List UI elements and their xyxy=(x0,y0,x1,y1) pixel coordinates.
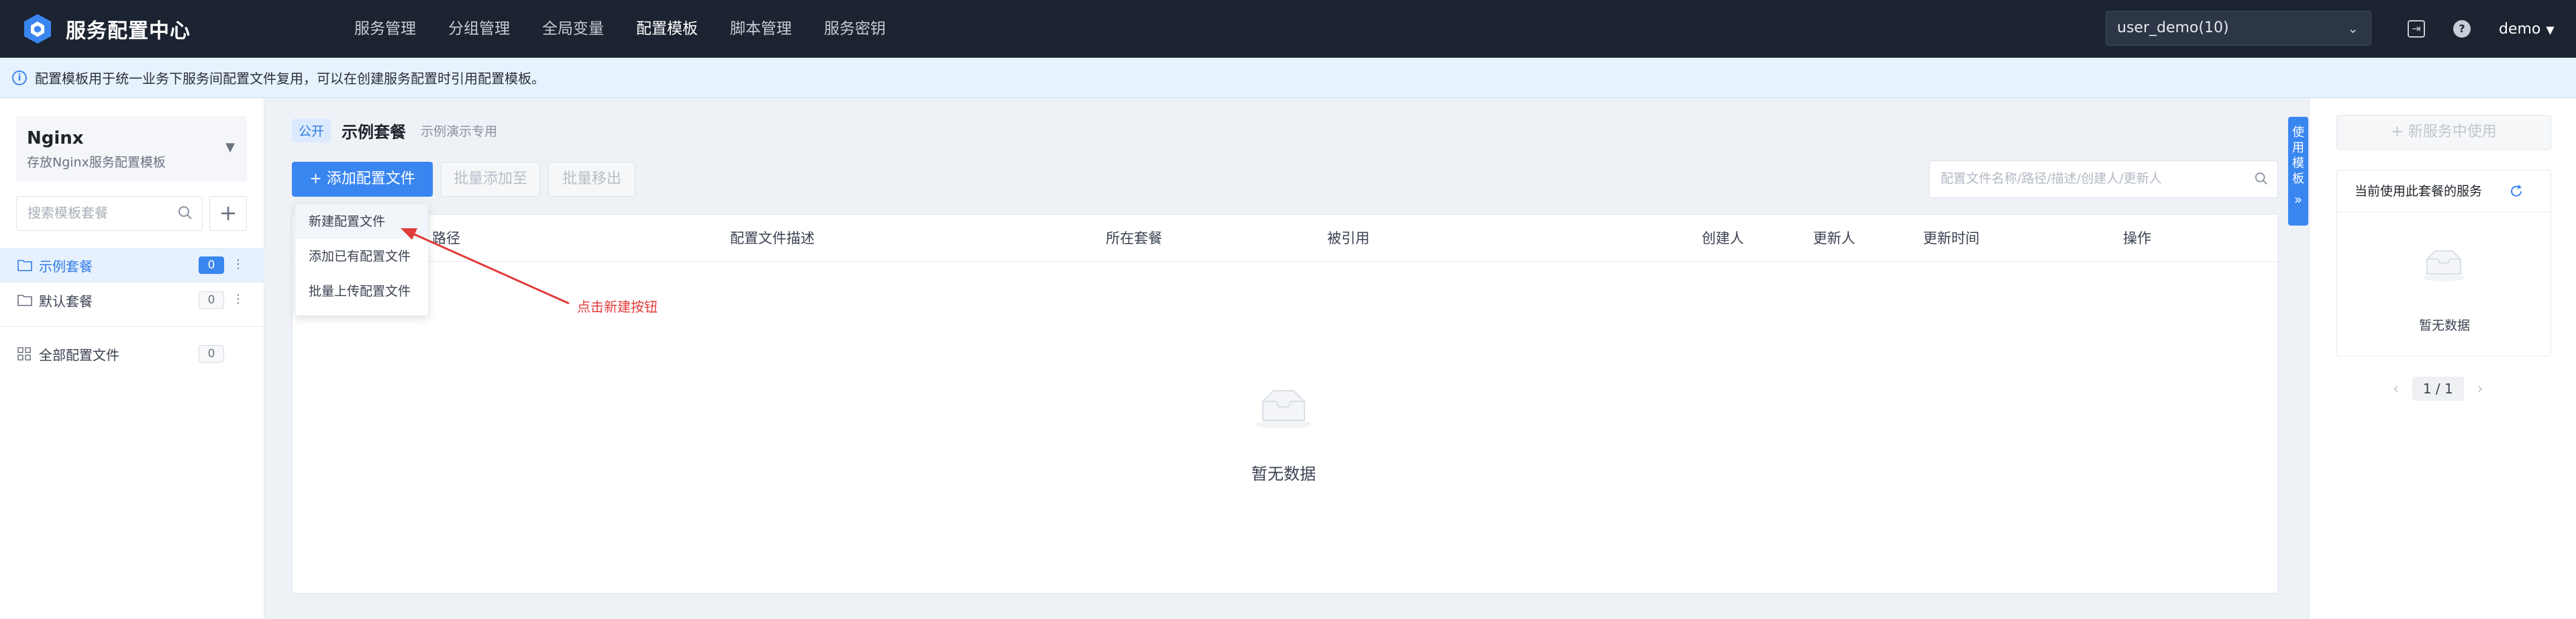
service-usage-panel: + 新服务中使用 当前使用此套餐的服务 暂无数据 ‹ 1 / 1 › xyxy=(2309,99,2576,619)
page-subtitle: 示例演示专用 xyxy=(421,124,498,139)
batch-add-button[interactable]: 批量添加至 xyxy=(441,162,540,197)
nav-item-global-variables[interactable]: 全局变量 xyxy=(542,0,604,58)
template-suite-sidebar: Nginx 存放Nginx服务配置模板 ▼ + 示例套餐 0 ⋮ 默认套餐 0 … xyxy=(0,99,264,619)
sidebar-item-default-suite[interactable]: 默认套餐 0 ⋮ xyxy=(0,283,264,318)
config-file-table: 路径 配置文件描述 所在套餐 被引用 创建人 更新人 更新时间 操作 暂无数据 xyxy=(292,214,2279,593)
table-header: 路径 配置文件描述 所在套餐 被引用 创建人 更新人 更新时间 操作 xyxy=(293,215,2279,262)
main-nav: 服务管理 分组管理 全局变量 配置模板 脚本管理 服务密钥 xyxy=(354,0,918,58)
prev-page-icon[interactable]: ‹ xyxy=(2393,381,2399,397)
caret-down-icon: ▼ xyxy=(225,140,235,154)
sidebar-item-label: 全部配置文件 xyxy=(39,346,119,363)
empty-state-text: 暂无数据 xyxy=(1251,465,1316,483)
suite-selector[interactable]: Nginx 存放Nginx服务配置模板 ▼ xyxy=(16,116,247,182)
suite-search-input[interactable] xyxy=(17,197,151,229)
export-icon[interactable]: ⇥ xyxy=(2408,20,2425,38)
folder-icon xyxy=(17,295,32,306)
sidebar-item-example-suite[interactable]: 示例套餐 0 ⋮ xyxy=(0,248,264,283)
add-suite-button[interactable]: + xyxy=(209,196,247,231)
search-icon[interactable] xyxy=(2255,172,2268,185)
batch-remove-button[interactable]: 批量移出 xyxy=(548,162,635,197)
info-icon: i xyxy=(12,70,27,85)
column-header-actions: 操作 xyxy=(2123,230,2151,246)
column-header-description: 配置文件描述 xyxy=(730,230,815,246)
help-icon[interactable]: ? xyxy=(2453,20,2471,38)
nav-item-config-templates[interactable]: 配置模板 xyxy=(636,0,698,58)
business-select-value: user_demo(10) xyxy=(2117,19,2229,36)
column-header-creator: 创建人 xyxy=(1702,230,1744,246)
refresh-icon[interactable] xyxy=(2509,184,2524,199)
nav-item-service-management[interactable]: 服务管理 xyxy=(354,0,416,58)
page-title: 示例套餐 xyxy=(342,123,407,142)
suite-header: 公开 示例套餐 示例演示专用 xyxy=(292,119,497,142)
empty-box-icon xyxy=(1255,390,1312,428)
config-search-input[interactable] xyxy=(1930,161,2232,196)
more-icon[interactable]: ⋮ xyxy=(232,292,244,307)
nav-item-group-management[interactable]: 分组管理 xyxy=(448,0,510,58)
business-select[interactable]: user_demo(10) ⌄ xyxy=(2106,11,2371,46)
page-indicator: 1 / 1 xyxy=(2412,377,2464,401)
info-banner: i 配置模板用于统一业务下服务间配置文件复用，可以在创建服务配置时引用配置模板。 xyxy=(0,58,2576,98)
column-header-suite: 所在套餐 xyxy=(1106,230,1162,246)
suite-search-box xyxy=(16,196,203,231)
logo-icon xyxy=(24,14,51,44)
search-icon[interactable] xyxy=(178,205,193,220)
suite-description: 存放Nginx服务配置模板 xyxy=(27,155,166,170)
annotation-label: 点击新建按钮 xyxy=(577,299,658,315)
main-content: 公开 示例套餐 示例演示专用 + 添加配置文件 批量添加至 批量移出 路径 配置… xyxy=(265,99,2279,619)
side-tab-label: 使用模板 xyxy=(2292,126,2304,186)
column-header-updated-time[interactable]: 更新时间 xyxy=(1923,215,1979,262)
public-tag: 公开 xyxy=(292,119,331,142)
app-title: 服务配置中心 xyxy=(66,19,191,43)
menu-item-batch-upload-config-file[interactable]: 批量上传配置文件 xyxy=(295,274,428,309)
header-actions: ⇥ ? demo ▼ xyxy=(2408,0,2555,58)
more-icon[interactable]: ⋮ xyxy=(232,257,244,272)
config-search-box xyxy=(1929,160,2278,198)
column-header-referenced: 被引用 xyxy=(1327,230,1370,246)
grid-icon xyxy=(17,347,31,361)
info-text: 配置模板用于统一业务下服务间配置文件复用，可以在创建服务配置时引用配置模板。 xyxy=(35,70,545,87)
use-in-new-service-button[interactable]: + 新服务中使用 xyxy=(2336,115,2551,150)
sidebar-item-count: 0 xyxy=(199,345,224,363)
double-chevron-right-icon: » xyxy=(2294,191,2303,207)
column-header-updater: 更新人 xyxy=(1813,230,1855,246)
chevron-down-icon: ⌄ xyxy=(2347,20,2359,36)
pagination: ‹ 1 / 1 › xyxy=(2393,377,2483,401)
nav-item-service-keys[interactable]: 服务密钥 xyxy=(824,0,886,58)
sidebar-item-label: 默认套餐 xyxy=(39,293,93,310)
sidebar-item-label: 示例套餐 xyxy=(39,258,93,275)
nav-item-script-management[interactable]: 脚本管理 xyxy=(730,0,792,58)
column-header-path[interactable]: 路径 xyxy=(432,215,460,262)
folder-icon xyxy=(17,260,32,271)
sidebar-divider xyxy=(0,326,264,327)
service-usage-card: 当前使用此套餐的服务 暂无数据 xyxy=(2336,170,2551,356)
caret-down-icon: ▼ xyxy=(2546,23,2555,36)
user-menu[interactable]: demo ▼ xyxy=(2499,21,2555,38)
sidebar-item-count: 0 xyxy=(199,291,224,309)
suite-name: Nginx xyxy=(27,128,84,148)
top-navigation-bar: 服务配置中心 服务管理 分组管理 全局变量 配置模板 脚本管理 服务密钥 use… xyxy=(0,0,2576,58)
sidebar-item-all-files[interactable]: 全部配置文件 0 xyxy=(0,336,264,371)
sidebar-item-count: 0 xyxy=(199,256,224,274)
empty-box-icon xyxy=(2422,250,2465,281)
menu-item-new-config-file[interactable]: 新建配置文件 xyxy=(295,204,428,239)
add-config-file-button[interactable]: + 添加配置文件 xyxy=(292,162,433,197)
add-config-dropdown: 新建配置文件 添加已有配置文件 批量上传配置文件 xyxy=(295,203,429,316)
empty-state-text: 暂无数据 xyxy=(2418,318,2470,333)
menu-item-add-existing-config-file[interactable]: 添加已有配置文件 xyxy=(295,239,428,274)
app-logo[interactable]: 服务配置中心 xyxy=(23,13,191,45)
user-name: demo xyxy=(2499,20,2541,38)
next-page-icon[interactable]: › xyxy=(2477,381,2483,397)
use-template-side-tab[interactable]: 使用模板 » xyxy=(2288,117,2308,226)
